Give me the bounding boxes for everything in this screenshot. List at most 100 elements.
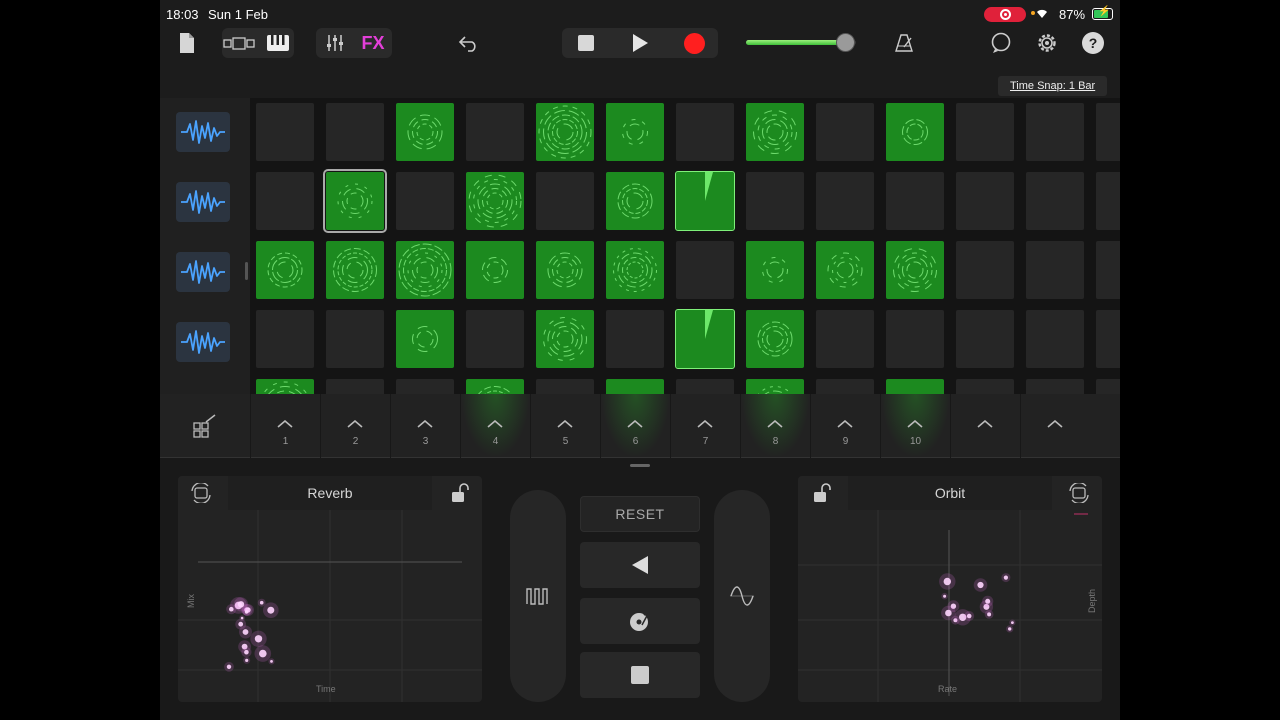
scene-trigger[interactable]: 5 <box>530 394 600 458</box>
loop-cell[interactable] <box>536 310 594 368</box>
view-toggle-icon[interactable] <box>222 28 258 58</box>
empty-cell[interactable] <box>256 172 314 230</box>
loop-cell[interactable] <box>536 241 594 299</box>
empty-cell[interactable] <box>1026 103 1084 161</box>
fx-swap-icon-left[interactable] <box>188 481 214 505</box>
empty-cell[interactable] <box>676 241 734 299</box>
loop-cell[interactable] <box>675 171 735 231</box>
empty-cell[interactable] <box>1096 241 1120 299</box>
loop-cell[interactable] <box>886 103 944 161</box>
stop-button[interactable] <box>566 28 606 58</box>
loop-browser-icon[interactable] <box>986 28 1016 58</box>
empty-cell[interactable] <box>956 241 1014 299</box>
empty-cell[interactable] <box>1096 103 1120 161</box>
fx-swap-icon-right[interactable] <box>1066 481 1092 505</box>
scene-trigger[interactable]: 9 <box>810 394 880 458</box>
empty-cell[interactable] <box>816 310 874 368</box>
gate-pill[interactable] <box>510 490 566 702</box>
loop-cell[interactable] <box>396 310 454 368</box>
reset-button[interactable]: RESET <box>580 496 700 532</box>
empty-cell[interactable] <box>1096 379 1120 394</box>
scene-trigger[interactable]: 2 <box>320 394 390 458</box>
empty-cell[interactable] <box>746 172 804 230</box>
empty-cell[interactable] <box>676 103 734 161</box>
empty-cell[interactable] <box>1026 310 1084 368</box>
master-volume-slider[interactable] <box>746 33 856 52</box>
document-icon[interactable] <box>174 28 200 58</box>
loop-cell[interactable] <box>746 241 804 299</box>
panel-grabber[interactable] <box>630 464 650 467</box>
empty-cell[interactable] <box>536 379 594 394</box>
scene-trigger[interactable]: 8 <box>740 394 810 458</box>
loop-cell[interactable] <box>746 379 804 394</box>
loop-cell[interactable] <box>326 241 384 299</box>
empty-cell[interactable] <box>816 379 874 394</box>
loop-cell[interactable] <box>256 241 314 299</box>
empty-cell[interactable] <box>1096 172 1120 230</box>
loop-cell[interactable] <box>323 169 387 233</box>
resize-handle[interactable] <box>245 262 248 280</box>
loop-cell[interactable] <box>816 241 874 299</box>
loop-cell[interactable] <box>536 103 594 161</box>
empty-cell[interactable] <box>606 310 664 368</box>
fx-title-left[interactable]: Reverb <box>228 476 432 510</box>
screen-recording-indicator[interactable] <box>984 7 1026 22</box>
scene-trigger[interactable]: 3 <box>390 394 460 458</box>
loop-cell[interactable] <box>606 379 664 394</box>
empty-cell[interactable] <box>886 172 944 230</box>
loop-cell[interactable] <box>746 103 804 161</box>
fx-xy-pad-left[interactable]: Reverb Mix Time <box>178 476 482 702</box>
empty-cell[interactable] <box>466 310 524 368</box>
record-button[interactable] <box>674 28 714 58</box>
empty-cell[interactable] <box>536 172 594 230</box>
grid-edit-button[interactable] <box>160 394 250 458</box>
time-snap-button[interactable]: Time Snap: 1 Bar <box>998 76 1108 96</box>
scene-trigger[interactable]: 4 <box>460 394 530 458</box>
undo-icon[interactable] <box>454 28 484 58</box>
loop-cell[interactable] <box>606 172 664 230</box>
fx-stop-button[interactable] <box>580 652 700 698</box>
empty-cell[interactable] <box>956 379 1014 394</box>
fx-title-right[interactable]: Orbit <box>848 476 1052 510</box>
loop-cell[interactable] <box>396 241 454 299</box>
empty-cell[interactable] <box>956 172 1014 230</box>
empty-cell[interactable] <box>1026 172 1084 230</box>
loop-cell[interactable] <box>466 172 524 230</box>
loop-cell[interactable] <box>256 379 314 394</box>
empty-cell[interactable] <box>396 379 454 394</box>
empty-cell[interactable] <box>676 379 734 394</box>
loop-cell[interactable] <box>606 241 664 299</box>
loop-cell[interactable] <box>886 241 944 299</box>
scene-trigger[interactable]: 10 <box>880 394 950 458</box>
empty-cell[interactable] <box>326 103 384 161</box>
loop-cell[interactable] <box>466 379 524 394</box>
empty-cell[interactable] <box>816 172 874 230</box>
scene-trigger[interactable]: 7 <box>670 394 740 458</box>
empty-cell[interactable] <box>466 103 524 161</box>
metronome-icon[interactable] <box>890 28 920 58</box>
empty-cell[interactable] <box>1026 241 1084 299</box>
fx-xy-pad-right[interactable]: Orbit Depth Rate <box>798 476 1102 702</box>
fx-button[interactable]: FX <box>356 28 390 58</box>
empty-cell[interactable] <box>1096 310 1120 368</box>
empty-cell[interactable] <box>1026 379 1084 394</box>
track-header[interactable] <box>176 252 230 292</box>
help-button[interactable]: ? <box>1078 28 1108 58</box>
keyboard-icon[interactable] <box>262 28 294 58</box>
track-header[interactable] <box>176 112 230 152</box>
loop-cell[interactable] <box>886 379 944 394</box>
settings-icon[interactable] <box>1032 28 1062 58</box>
track-header[interactable] <box>176 322 230 362</box>
loop-cell[interactable] <box>746 310 804 368</box>
unlock-icon-right[interactable] <box>808 481 834 505</box>
mixer-icon[interactable] <box>320 28 350 58</box>
empty-cell[interactable] <box>956 310 1014 368</box>
loop-cell[interactable] <box>606 103 664 161</box>
scene-trigger[interactable] <box>950 394 1020 458</box>
empty-cell[interactable] <box>326 310 384 368</box>
reverse-button[interactable] <box>580 542 700 588</box>
scratch-button[interactable] <box>580 598 700 644</box>
empty-cell[interactable] <box>816 103 874 161</box>
loop-cell[interactable] <box>466 241 524 299</box>
empty-cell[interactable] <box>886 310 944 368</box>
